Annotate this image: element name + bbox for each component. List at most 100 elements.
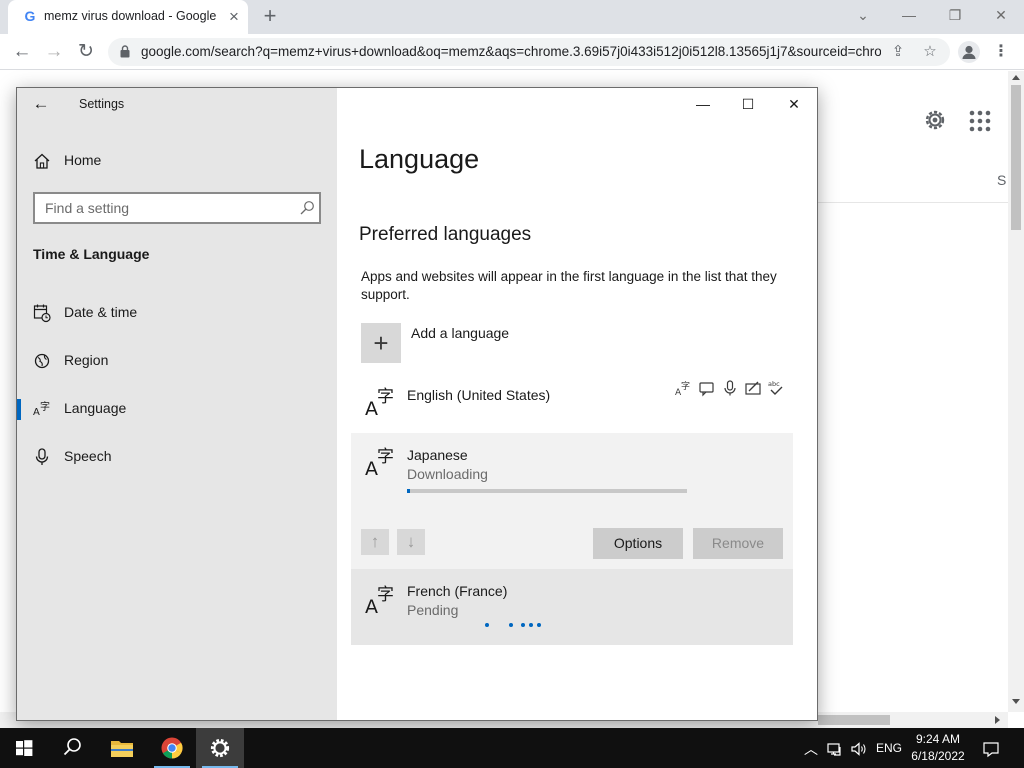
add-language-label[interactable]: Add a language xyxy=(411,325,509,341)
nav-region[interactable]: Region xyxy=(17,341,337,381)
back-icon[interactable]: ← xyxy=(10,40,34,64)
taskbar: ︿ ENG 9:24 AM 6/18/2022 xyxy=(0,728,1024,768)
settings-icon xyxy=(210,738,230,758)
language-glyph-icon: A 字 xyxy=(365,585,394,615)
section-heading: Time & Language xyxy=(33,246,150,262)
browser-toolbar: ← → ↻ google.com/search?q=memz+virus+dow… xyxy=(0,34,1024,70)
nav-home-label: Home xyxy=(64,152,102,168)
minimize-icon[interactable]: — xyxy=(689,94,717,114)
file-explorer-button[interactable] xyxy=(98,728,146,768)
scroll-down-icon[interactable] xyxy=(1012,699,1020,704)
file-explorer-icon xyxy=(111,741,133,757)
move-down-button[interactable]: ↓ xyxy=(397,529,425,555)
scroll-up-icon[interactable] xyxy=(1012,75,1020,80)
svg-text:字: 字 xyxy=(40,400,50,413)
microphone-icon xyxy=(35,448,49,465)
home-icon xyxy=(34,153,50,169)
chrome-button[interactable] xyxy=(148,728,196,768)
clock-date[interactable]: 6/18/2022 xyxy=(906,749,970,763)
globe-icon xyxy=(34,353,50,369)
lock-icon[interactable] xyxy=(120,45,130,58)
tab-title: memz virus download - Google Search xyxy=(44,9,216,23)
volume-icon[interactable] xyxy=(850,740,868,758)
nav-language[interactable]: A 字 Language xyxy=(17,389,337,429)
language-glyph-icon: A 字 xyxy=(365,387,394,417)
url-text[interactable]: google.com/search?q=memz+virus+download&… xyxy=(141,44,881,62)
language-name: French (France) xyxy=(407,583,508,599)
profile-icon[interactable] xyxy=(958,41,980,63)
address-bar[interactable]: google.com/search?q=memz+virus+download&… xyxy=(108,38,950,66)
language-icon: A 字 xyxy=(33,400,50,418)
restore-icon[interactable]: ❐ xyxy=(944,4,966,26)
vertical-scrollbar[interactable] xyxy=(1008,71,1024,712)
nav-home[interactable]: Home xyxy=(17,141,337,181)
remove-button[interactable]: Remove xyxy=(693,528,783,559)
google-favicon-icon: G xyxy=(24,8,36,24)
show-hidden-icons-icon[interactable]: ︿ xyxy=(802,740,820,758)
input-language-indicator[interactable]: ENG xyxy=(876,741,902,755)
settings-window: ← Settings Home Time & Language xyxy=(16,87,818,721)
search-icon[interactable] xyxy=(299,200,315,216)
language-item-english[interactable]: A 字 English (United States) A 字 abc xyxy=(351,373,793,431)
language-item-french[interactable]: A 字 French (France) Pending xyxy=(351,569,793,645)
settings-app-button[interactable] xyxy=(196,728,244,768)
new-tab-button[interactable]: + xyxy=(258,5,282,29)
forward-icon[interactable]: → xyxy=(42,40,66,64)
settings-gear-icon[interactable] xyxy=(922,107,948,133)
nav-speech[interactable]: Speech xyxy=(17,437,337,477)
maximize-icon[interactable]: ☐ xyxy=(734,94,762,114)
network-icon[interactable] xyxy=(826,740,844,758)
svg-text:字: 字 xyxy=(377,585,394,605)
move-up-button[interactable]: ↑ xyxy=(361,529,389,555)
clock-time[interactable]: 9:24 AM xyxy=(906,732,970,746)
google-apps-icon[interactable] xyxy=(968,109,992,133)
scroll-right-icon[interactable] xyxy=(995,716,1000,724)
svg-text:字: 字 xyxy=(377,447,394,467)
loading-dots-icon xyxy=(485,623,555,629)
browser-tabstrip: G memz virus download - Google Search × … xyxy=(0,0,1024,34)
download-progress-bar xyxy=(407,489,687,493)
star-icon[interactable]: ☆ xyxy=(920,42,940,62)
taskbar-search-button[interactable] xyxy=(48,728,96,768)
close-icon[interactable]: ✕ xyxy=(780,94,808,114)
svg-text:abc: abc xyxy=(768,380,780,388)
scroll-thumb[interactable] xyxy=(1011,85,1021,230)
browser-tab[interactable]: G memz virus download - Google Search × xyxy=(8,0,248,34)
preferred-languages-title: Preferred languages xyxy=(359,224,532,245)
nav-date-time-label: Date & time xyxy=(64,304,138,320)
settings-content: — ☐ ✕ Language Preferred languages Apps … xyxy=(337,88,817,720)
horizontal-scroll-thumb[interactable] xyxy=(818,715,890,725)
add-language-button[interactable]: + xyxy=(361,323,401,363)
page-title: Language xyxy=(359,144,480,174)
minimize-icon[interactable]: — xyxy=(898,4,920,26)
language-feature-icons: A 字 abc xyxy=(675,379,785,397)
nav-date-time[interactable]: Date & time xyxy=(17,293,337,333)
search-input[interactable] xyxy=(45,199,285,217)
header-divider xyxy=(818,202,1008,203)
language-glyph-icon: A 字 xyxy=(365,447,394,477)
options-button[interactable]: Options xyxy=(593,528,683,559)
speech-bubble-icon xyxy=(699,382,714,397)
tab-search-chevron-icon[interactable]: ⌄ xyxy=(852,4,874,26)
language-item-japanese[interactable]: A 字 Japanese Downloading ↑ ↓ Options Rem… xyxy=(351,433,793,569)
start-button[interactable] xyxy=(0,728,48,768)
reload-icon[interactable]: ↻ xyxy=(74,40,98,64)
back-arrow-icon[interactable]: ← xyxy=(31,94,51,114)
tab-close-icon[interactable]: × xyxy=(226,8,242,25)
nav-speech-label: Speech xyxy=(64,448,112,464)
language-status: Downloading xyxy=(407,466,488,482)
svg-text:A: A xyxy=(33,407,40,418)
share-icon[interactable]: ⇪ xyxy=(888,42,908,62)
active-indicator xyxy=(17,399,21,420)
svg-text:字: 字 xyxy=(377,387,394,407)
find-setting-box[interactable] xyxy=(33,192,321,224)
partial-text: S xyxy=(997,172,1007,188)
notifications-icon[interactable] xyxy=(982,740,1000,758)
close-window-icon[interactable]: ✕ xyxy=(990,4,1012,26)
menu-icon[interactable]: ⋮ xyxy=(993,42,1009,62)
settings-sidebar: ← Settings Home Time & Language xyxy=(17,88,337,720)
microphone-icon xyxy=(724,380,736,396)
language-status: Pending xyxy=(407,602,459,618)
nav-language-label: Language xyxy=(64,400,127,416)
calendar-clock-icon xyxy=(33,304,51,323)
